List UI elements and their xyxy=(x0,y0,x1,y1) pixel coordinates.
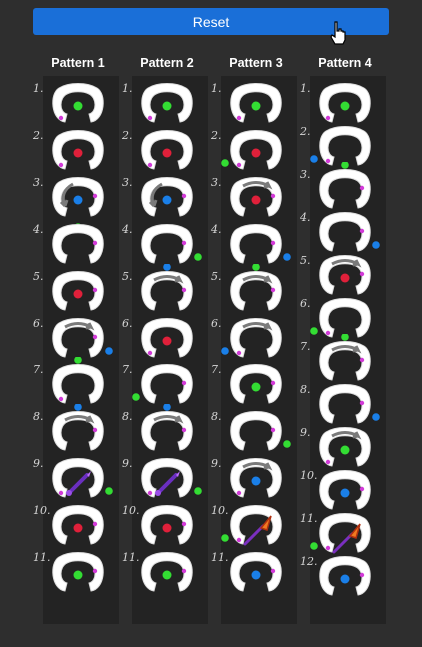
green-outside-marker xyxy=(194,487,202,496)
player-marker xyxy=(236,162,242,168)
player-marker xyxy=(236,350,242,355)
pattern-step: 11. xyxy=(122,551,212,603)
player-marker xyxy=(359,486,365,492)
player-marker xyxy=(359,228,365,234)
pattern-title: Pattern 3 xyxy=(229,56,283,70)
pattern-title: Pattern 1 xyxy=(51,56,105,70)
red-marker xyxy=(162,148,172,158)
player-marker xyxy=(92,568,98,574)
pattern-title: Pattern 4 xyxy=(318,56,372,70)
player-marker xyxy=(58,115,64,121)
player-marker xyxy=(181,428,187,433)
green-outside-marker xyxy=(252,263,260,271)
blue-marker xyxy=(162,195,172,205)
player-marker xyxy=(92,521,98,527)
player-marker xyxy=(181,193,187,199)
player-marker xyxy=(92,287,98,292)
arena-diagram xyxy=(319,556,371,596)
hand-pointer-icon xyxy=(330,21,346,45)
green-outside-marker xyxy=(194,252,202,261)
player-marker xyxy=(236,537,242,543)
blue-outside-marker xyxy=(283,252,291,261)
player-marker xyxy=(92,240,98,245)
green-marker xyxy=(73,101,83,111)
blue-outside-marker xyxy=(163,404,171,412)
wand-icon xyxy=(155,471,180,497)
player-marker xyxy=(92,193,98,199)
red-marker xyxy=(162,336,172,346)
blue-marker xyxy=(340,488,350,498)
player-marker xyxy=(181,240,187,245)
green-outside-marker xyxy=(341,162,349,169)
player-marker xyxy=(147,350,153,355)
red-marker xyxy=(251,195,261,205)
player-marker xyxy=(147,491,153,496)
red-marker xyxy=(251,148,261,158)
player-marker xyxy=(359,185,365,191)
pattern-step: 12. xyxy=(300,555,390,607)
player-marker xyxy=(92,334,98,339)
player-marker xyxy=(92,428,98,433)
green-marker xyxy=(251,382,261,392)
pattern-step: 11. xyxy=(33,551,123,603)
green-outside-marker xyxy=(105,487,113,496)
player-marker xyxy=(236,115,242,121)
blue-outside-marker xyxy=(221,346,229,355)
player-marker xyxy=(270,287,276,292)
blue-marker xyxy=(251,570,261,580)
player-marker xyxy=(181,381,187,386)
player-marker xyxy=(359,357,365,363)
blue-marker xyxy=(251,476,261,486)
green-outside-marker xyxy=(341,334,349,341)
red-marker xyxy=(162,523,172,533)
red-marker xyxy=(73,148,83,158)
arena-diagram xyxy=(52,552,104,592)
green-marker xyxy=(340,101,350,111)
blue-marker xyxy=(73,195,83,205)
player-marker xyxy=(181,287,187,292)
spear-icon xyxy=(332,523,361,554)
player-marker xyxy=(270,568,276,574)
pattern-title: Pattern 2 xyxy=(140,56,194,70)
pattern-step: 11. xyxy=(211,551,301,603)
green-outside-marker xyxy=(74,357,82,365)
green-marker xyxy=(162,101,172,111)
green-outside-marker xyxy=(221,159,229,167)
red-marker xyxy=(73,523,83,533)
player-marker xyxy=(147,115,153,121)
red-marker xyxy=(340,273,350,283)
player-marker xyxy=(270,428,276,433)
green-outside-marker xyxy=(132,393,140,402)
blue-outside-marker xyxy=(74,404,82,412)
red-marker xyxy=(73,289,83,299)
green-marker xyxy=(340,445,350,455)
player-marker xyxy=(359,572,365,578)
green-marker xyxy=(162,570,172,580)
green-outside-marker xyxy=(283,440,291,449)
player-marker xyxy=(236,491,242,496)
player-marker xyxy=(58,397,64,402)
blue-marker xyxy=(340,574,350,584)
arena-diagram xyxy=(141,552,193,592)
player-marker xyxy=(181,521,187,527)
player-marker xyxy=(270,193,276,199)
player-marker xyxy=(270,240,276,245)
player-marker xyxy=(359,400,365,406)
spear-icon xyxy=(243,515,272,546)
green-outside-marker xyxy=(221,534,229,542)
player-marker xyxy=(147,162,153,168)
blue-outside-marker xyxy=(105,346,113,355)
player-marker xyxy=(58,162,64,168)
green-marker xyxy=(251,101,261,111)
wand-icon xyxy=(66,471,91,497)
blue-outside-marker xyxy=(163,263,171,271)
green-marker xyxy=(73,570,83,580)
player-marker xyxy=(181,568,187,574)
player-marker xyxy=(270,381,276,386)
arena-diagram xyxy=(230,552,282,592)
player-marker xyxy=(359,271,365,277)
player-marker xyxy=(58,491,64,496)
